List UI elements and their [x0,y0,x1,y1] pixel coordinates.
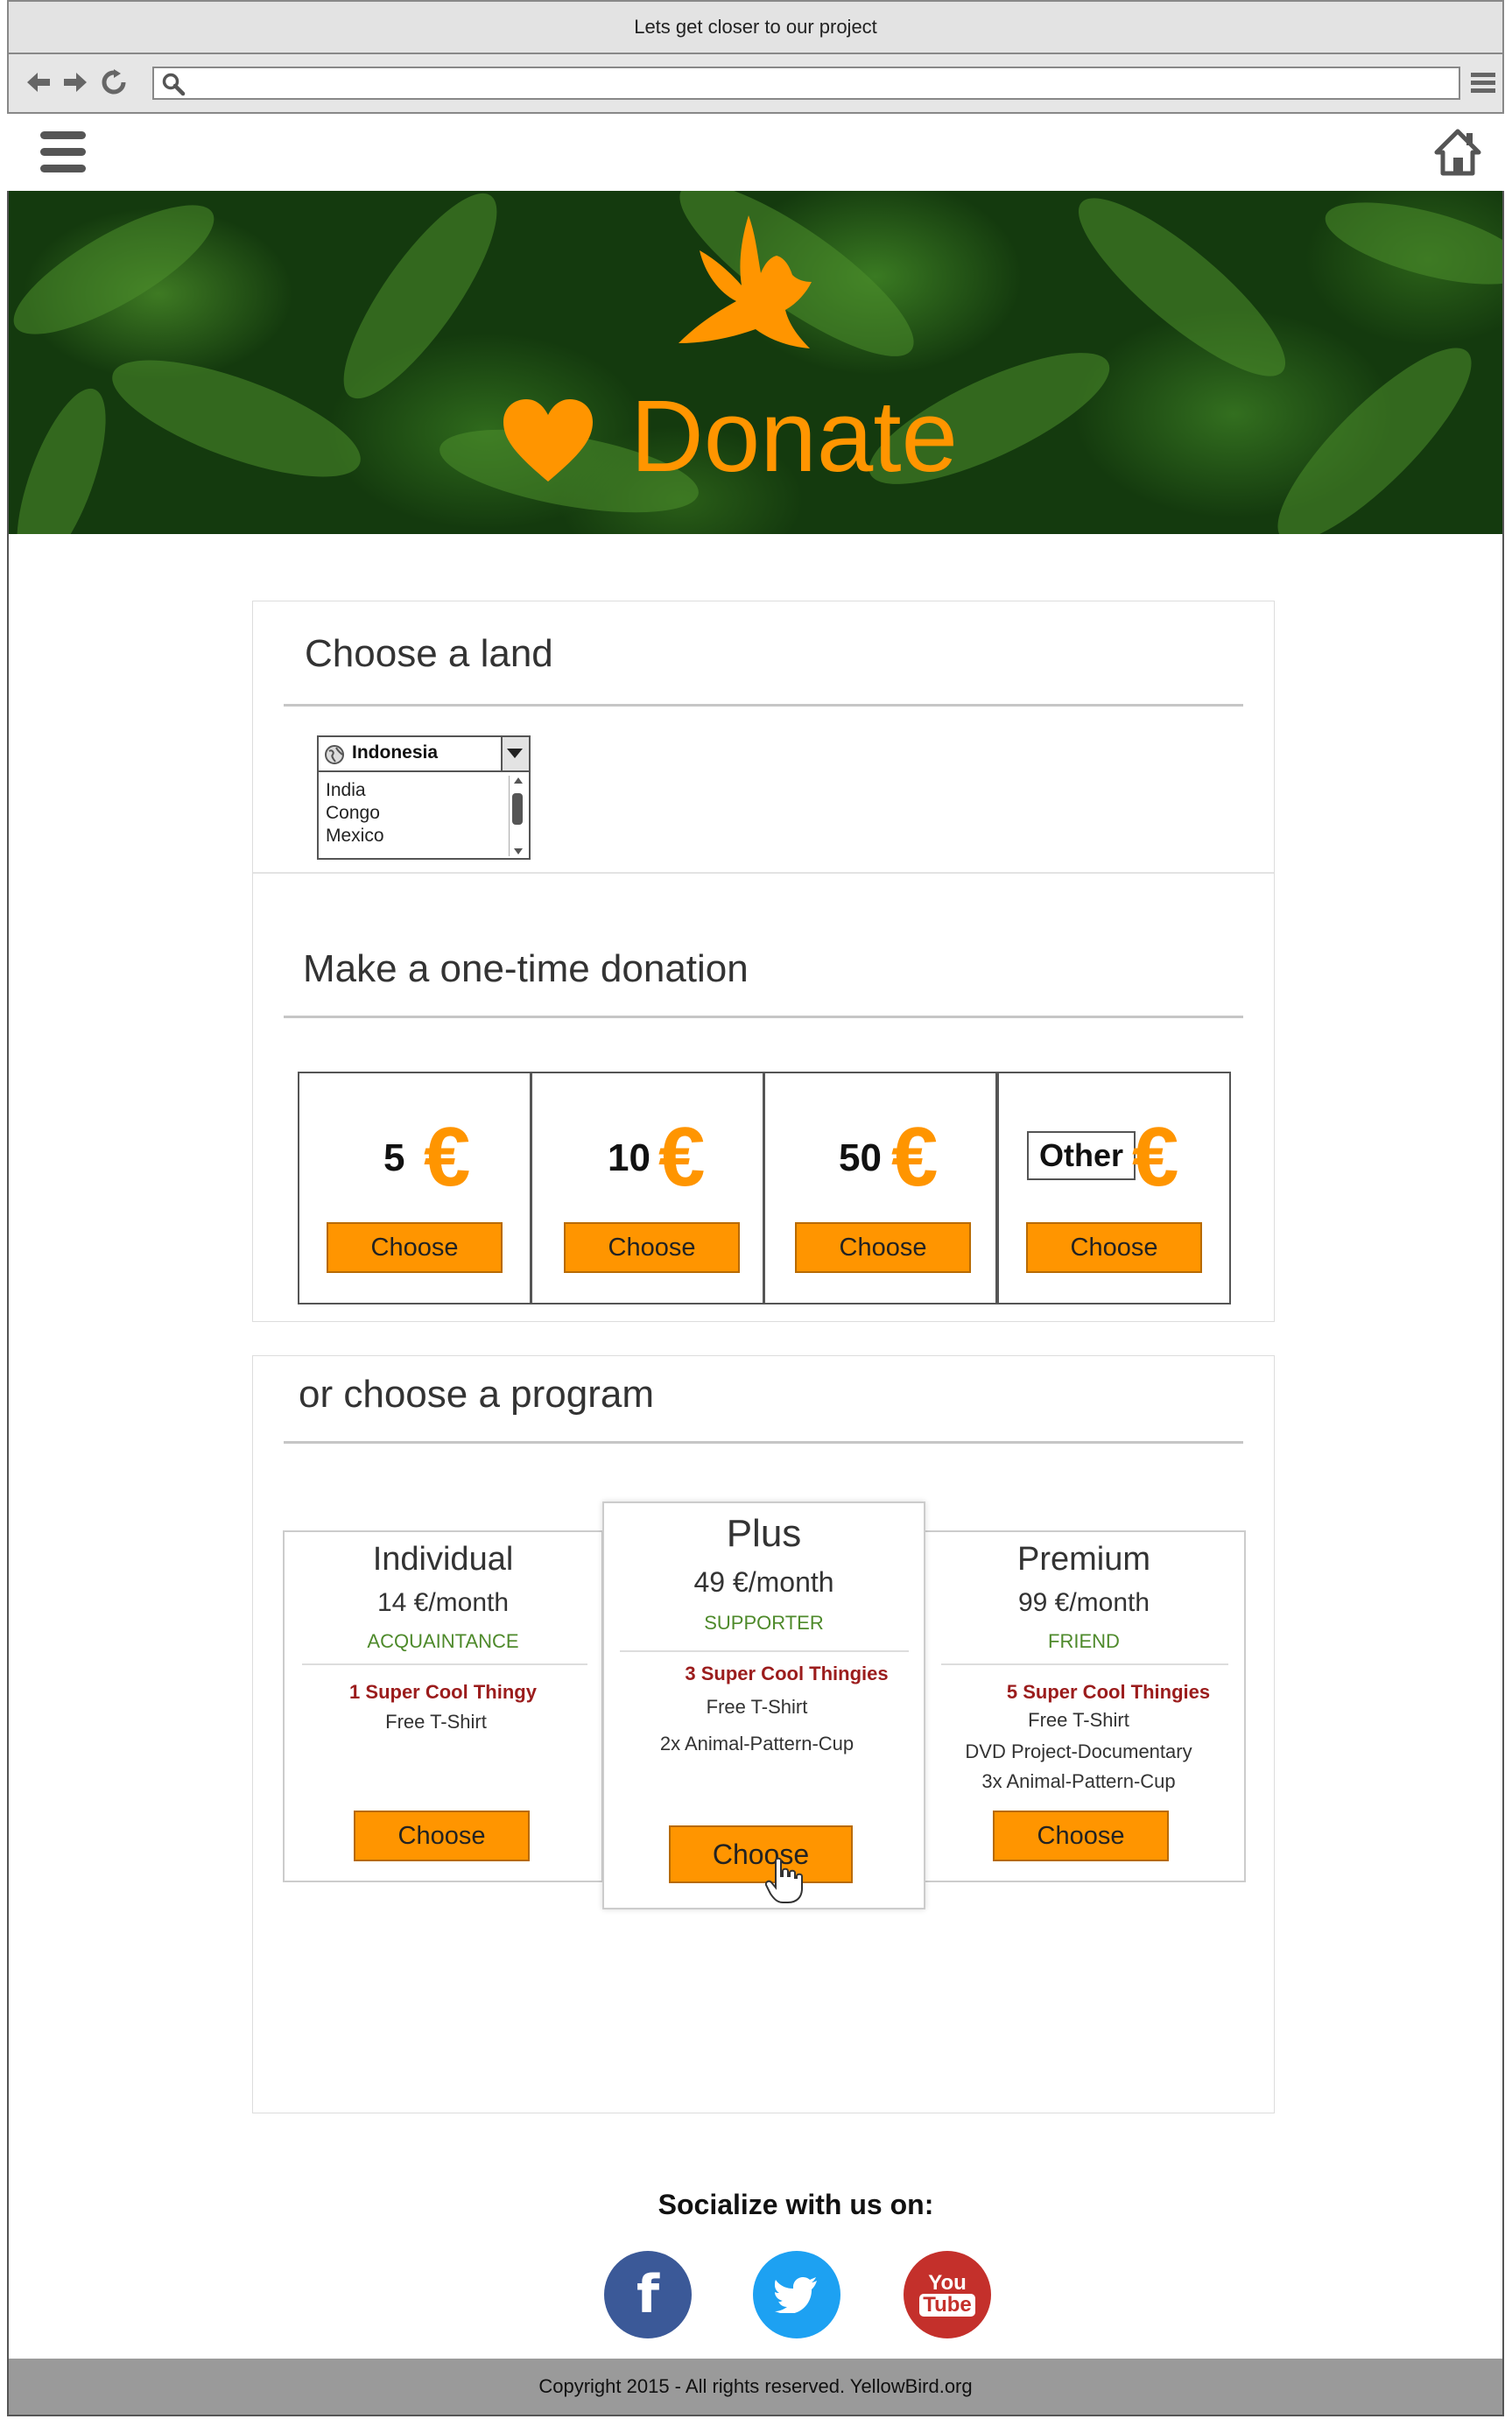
program-premium: Premium 99 €/month FRIEND 5 Super Cool T… [922,1530,1246,1882]
choose-program-button[interactable]: Choose [669,1825,853,1883]
land-title: Choose a land [305,632,553,675]
hero-title: Donate [630,379,959,493]
youtube-icon[interactable]: You Tube [904,2251,991,2338]
program-line [302,1663,587,1665]
perk-item: DVD Project-Documentary [965,1740,1192,1762]
card-divider [253,872,1274,874]
euro-sign: € [1132,1110,1179,1204]
facebook-glyph: f [636,2264,660,2325]
perk-headline: 1 Super Cool Thingy [349,1681,537,1703]
home-icon[interactable] [1434,128,1481,181]
one-time-divider [284,1016,1243,1018]
program-level: ACQUAINTANCE [367,1630,519,1652]
choose-amount-button[interactable]: Choose [327,1222,503,1273]
choose-amount-button[interactable]: Choose [564,1222,740,1273]
land-select-head[interactable]: Indonesia [319,737,529,772]
program-individual: Individual 14 €/month ACQUAINTANCE 1 Sup… [283,1530,603,1882]
heart-icon [502,397,594,489]
perk-item: Free T-Shirt [1028,1709,1129,1731]
choose-program-button[interactable]: Choose [993,1811,1169,1861]
choose-amount-button[interactable]: Choose [1026,1222,1202,1273]
amount-value: 5 [383,1136,405,1179]
program-level: FRIEND [1048,1630,1120,1652]
amount-option-5: 5 € Choose [298,1072,531,1304]
browser-navbar [7,54,1504,114]
land-selected: Indonesia [352,742,439,763]
amount-value: 10 [608,1136,651,1179]
footer: Copyright 2015 - All rights reserved. Ye… [9,2359,1502,2415]
dove-icon [661,212,836,365]
program-price: 49 €/month [693,1566,834,1598]
land-option[interactable]: India [326,779,384,802]
address-bar[interactable] [152,67,1460,100]
program-price: 14 €/month [376,1588,510,1617]
euro-sign: € [424,1110,471,1204]
euro-sign: € [891,1110,939,1204]
land-scrollbar[interactable] [509,776,525,856]
program-name: Premium [1016,1541,1151,1578]
perk-item: 2x Animal-Pattern-Cup [659,1733,854,1754]
perk-headline: 5 Super Cool Thingies [1006,1681,1211,1703]
facebook-icon[interactable]: f [604,2251,692,2338]
land-divider [284,704,1243,707]
amount-value: 50 [839,1136,882,1179]
forward-icon[interactable] [58,63,93,102]
land-select[interactable]: Indonesia India Congo Mexico [317,735,531,860]
program-plus: Plus 49 €/month SUPPORTER 3 Super Cool T… [602,1501,925,1909]
hero-banner: Donate [9,191,1502,534]
perk-item: Free T-Shirt [706,1696,808,1718]
perk-item: Free T-Shirt [385,1711,487,1733]
hamburger-icon[interactable] [39,128,88,181]
other-amount-input[interactable]: Other [1027,1131,1136,1180]
chevron-down-icon[interactable] [501,737,529,770]
program-name: Plus [726,1512,802,1555]
program-title: or choose a program [299,1373,654,1416]
euro-sign: € [658,1110,706,1204]
land-option[interactable]: Mexico [326,825,384,847]
program-price: 99 €/month [1017,1588,1150,1617]
window-title: Lets get closer to our project [7,0,1504,54]
amount-option-other: Other € Choose [997,1072,1231,1304]
youtube-glyph-top: You [928,2271,967,2295]
reload-icon[interactable] [96,63,131,102]
amount-option-50: 50 € Choose [763,1072,997,1304]
program-name: Individual [372,1541,514,1578]
menu-icon[interactable] [1466,63,1501,102]
twitter-icon[interactable] [753,2251,840,2338]
one-time-title: Make a one-time donation [303,947,749,990]
program-line [620,1650,909,1652]
back-icon[interactable] [21,63,56,102]
search-icon [161,72,186,101]
choose-amount-button[interactable]: Choose [795,1222,971,1273]
youtube-glyph-bottom: Tube [919,2294,975,2317]
globe-icon [324,744,345,770]
app-header [7,114,1504,191]
program-level: SUPPORTER [704,1612,824,1634]
perk-item: 3x Animal-Pattern-Cup [981,1770,1176,1792]
choose-program-button[interactable]: Choose [354,1811,530,1861]
social-title: Socialize with us on: [658,2189,934,2220]
land-option[interactable]: Congo [326,802,384,825]
program-line [941,1663,1228,1665]
land-options: India Congo Mexico [326,779,384,847]
hand-cursor-icon [764,1857,804,1909]
program-divider [284,1441,1243,1444]
amount-option-10: 10 € Choose [531,1072,764,1304]
perk-headline: 3 Super Cool Thingies [685,1663,889,1684]
